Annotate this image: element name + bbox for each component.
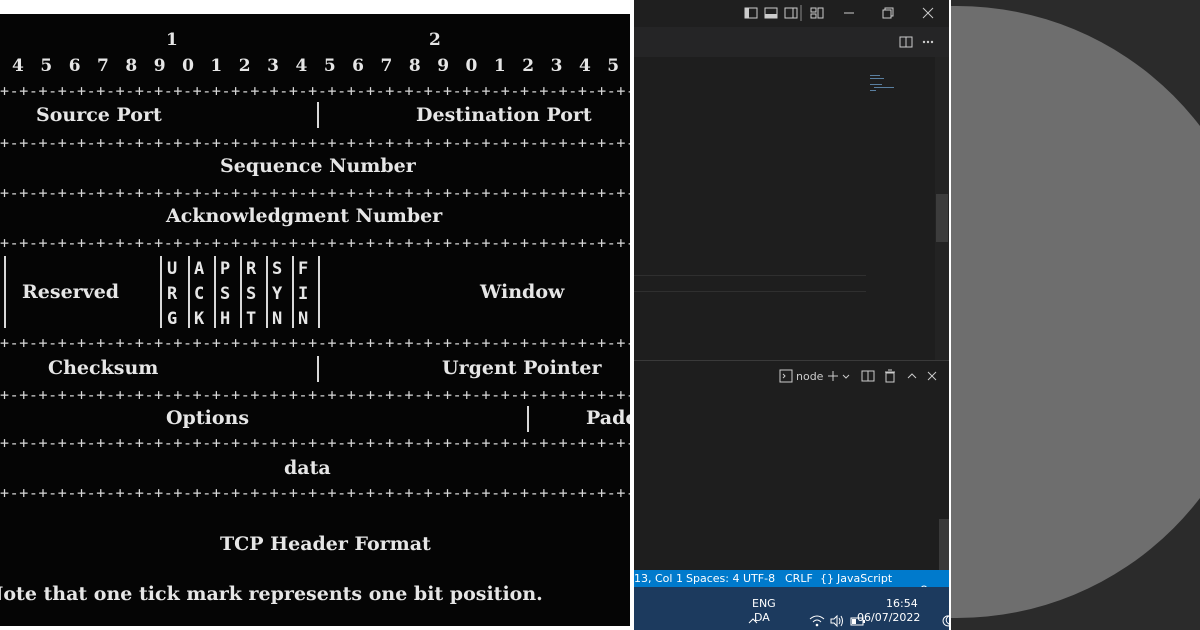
- separator-line: +-+-+-+-+-+-+-+-+-+-+-+-+-+-+-+-+-+-+-+-…: [0, 386, 630, 404]
- field-divider: [292, 256, 294, 328]
- terminal-toolbar: node: [634, 367, 949, 387]
- field-sequence-number: Sequence Number: [220, 155, 416, 177]
- editor-ruler-line: [634, 275, 866, 276]
- title-bar: [634, 0, 949, 27]
- flag-fin-2: I: [298, 284, 309, 304]
- terminal-panel: node: [634, 360, 949, 571]
- status-cursor-position[interactable]: 13, Col 1: [634, 572, 683, 585]
- flag-rst-1: R: [246, 259, 257, 279]
- code-editor[interactable]: [634, 57, 949, 360]
- flag-ack-2: C: [194, 284, 205, 304]
- tcp-header-image: 1 2 4 5 6 7 8 9 0 1 2 3 4 5 6 7 8 9 0 1 …: [0, 14, 630, 626]
- split-editor-icon[interactable]: [899, 35, 913, 49]
- field-divider: [266, 256, 268, 328]
- gray-circle-shape: [951, 6, 1200, 618]
- language-bottom[interactable]: DA: [754, 611, 770, 624]
- field-reserved: Reserved: [22, 281, 120, 303]
- flag-fin-1: F: [298, 259, 309, 279]
- vscode-window: node 13, Col 1 Spaces: 4 UTF-8 CRLF {} J…: [634, 0, 949, 630]
- field-divider: [527, 406, 529, 432]
- status-encoding[interactable]: UTF-8: [743, 572, 775, 585]
- status-indentation[interactable]: Spaces: 4: [686, 572, 739, 585]
- separator-line: +-+-+-+-+-+-+-+-+-+-+-+-+-+-+-+-+-+-+-+-…: [0, 184, 630, 202]
- terminal-scrollbar[interactable]: [939, 519, 949, 571]
- flag-ack-1: A: [194, 259, 205, 279]
- field-window: Window: [480, 281, 565, 303]
- status-eol[interactable]: CRLF: [785, 572, 813, 585]
- diagram-note: Note that one tick mark represents one b…: [0, 583, 543, 605]
- flag-syn-2: Y: [272, 284, 283, 304]
- titlebar-divider: [800, 5, 802, 21]
- close-icon[interactable]: [921, 6, 935, 20]
- close-panel-icon[interactable]: [925, 369, 939, 387]
- field-options: Options: [166, 407, 250, 429]
- bit-tens-1: 1: [166, 30, 178, 50]
- more-actions-icon[interactable]: [921, 35, 935, 49]
- flag-ack-3: K: [194, 309, 205, 329]
- chevron-down-icon[interactable]: [841, 369, 851, 387]
- new-terminal-icon[interactable]: [826, 369, 840, 387]
- braces-icon: {}: [820, 572, 834, 585]
- clock-time[interactable]: 16:54: [886, 597, 918, 610]
- diagram-caption: TCP Header Format: [220, 533, 431, 555]
- field-divider: [4, 256, 6, 328]
- separator-line: +-+-+-+-+-+-+-+-+-+-+-+-+-+-+-+-+-+-+-+-…: [0, 234, 630, 252]
- flag-rst-3: T: [246, 309, 257, 329]
- terminal-icon: [779, 369, 793, 387]
- separator-line: +-+-+-+-+-+-+-+-+-+-+-+-+-+-+-+-+-+-+-+-…: [0, 434, 630, 452]
- field-data: data: [284, 457, 331, 479]
- toggle-panel-icon[interactable]: [764, 6, 778, 20]
- flag-syn-3: N: [272, 309, 283, 329]
- windows-taskbar: ENG DA 16:54 06/07/2022: [634, 587, 949, 630]
- maximize-panel-icon[interactable]: [905, 369, 919, 387]
- field-divider: [188, 256, 190, 328]
- bit-tens-2: 2: [429, 30, 441, 50]
- flag-urg-1: U: [167, 259, 178, 279]
- field-source-port: Source Port: [36, 104, 162, 126]
- background-area: [951, 0, 1200, 630]
- field-divider: [160, 256, 162, 328]
- terminal-shell-label[interactable]: node: [796, 370, 823, 383]
- field-divider: [317, 102, 319, 128]
- restore-icon[interactable]: [881, 6, 895, 20]
- toggle-secondary-sidebar-icon[interactable]: [784, 6, 798, 20]
- field-destination-port: Destination Port: [416, 104, 592, 126]
- separator-line: +-+-+-+-+-+-+-+-+-+-+-+-+-+-+-+-+-+-+-+-…: [0, 484, 630, 502]
- flag-fin-3: N: [298, 309, 309, 329]
- field-ack-number: Acknowledgment Number: [166, 205, 443, 227]
- clock-date[interactable]: 06/07/2022: [857, 611, 920, 624]
- field-padding: Padding: [586, 407, 630, 429]
- separator-line: +-+-+-+-+-+-+-+-+-+-+-+-+-+-+-+-+-+-+-+-…: [0, 134, 630, 152]
- moon-icon[interactable]: [919, 601, 949, 630]
- field-checksum: Checksum: [48, 357, 159, 379]
- editor-scroll-thumb[interactable]: [936, 194, 948, 242]
- field-divider: [318, 256, 320, 328]
- editor-tab-bar: [634, 27, 949, 57]
- status-language[interactable]: JavaScript: [837, 572, 892, 585]
- field-urgent-pointer: Urgent Pointer: [442, 357, 602, 379]
- editor-ruler-line: [634, 291, 866, 292]
- trash-icon[interactable]: [883, 369, 897, 387]
- field-divider: [317, 356, 319, 382]
- flag-urg-2: R: [167, 284, 178, 304]
- split-terminal-icon[interactable]: [861, 369, 875, 387]
- minimap[interactable]: [870, 75, 936, 115]
- bit-digits-row: 4 5 6 7 8 9 0 1 2 3 4 5 6 7 8 9 0 1 2 3 …: [12, 56, 630, 76]
- flag-urg-3: G: [167, 309, 178, 329]
- flag-psh-3: H: [220, 309, 231, 329]
- separator-line: +-+-+-+-+-+-+-+-+-+-+-+-+-+-+-+-+-+-+-+-…: [0, 82, 630, 100]
- field-divider: [240, 256, 242, 328]
- flag-psh-2: S: [220, 284, 231, 304]
- flag-rst-2: S: [246, 284, 257, 304]
- customize-layout-icon[interactable]: [810, 6, 824, 20]
- flag-psh-1: P: [220, 259, 231, 279]
- toggle-primary-sidebar-icon[interactable]: [744, 6, 758, 20]
- flag-syn-1: S: [272, 259, 283, 279]
- minimize-icon[interactable]: [842, 6, 856, 20]
- field-divider: [214, 256, 216, 328]
- status-bar: 13, Col 1 Spaces: 4 UTF-8 CRLF {} JavaSc…: [634, 570, 949, 597]
- language-top[interactable]: ENG: [752, 597, 776, 610]
- separator-line: +-+-+-+-+-+-+-+-+-+-+-+-+-+-+-+-+-+-+-+-…: [0, 334, 630, 352]
